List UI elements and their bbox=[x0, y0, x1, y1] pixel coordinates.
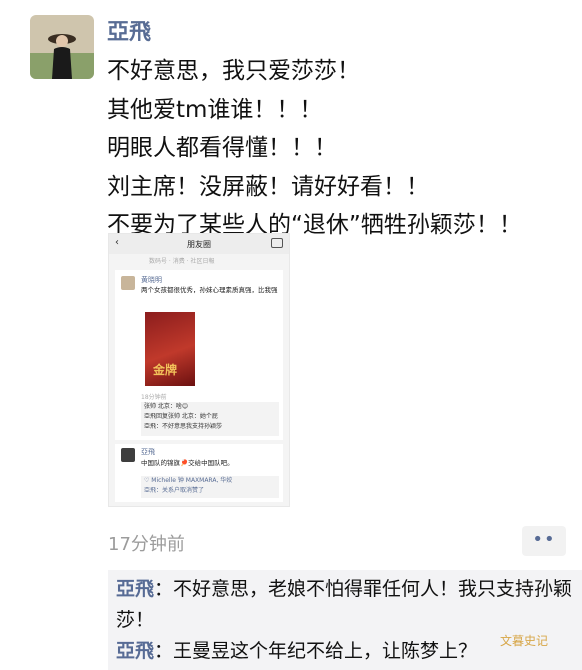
screenshot-reply-card: 亞飛 中国队的锦旗🏓交给中国队吧。 ♡ Michelle 钟 MAXMARA, … bbox=[115, 444, 283, 502]
screenshot-like-line: ♡ Michelle 钟 MAXMARA, 华姣 bbox=[144, 477, 233, 484]
screenshot-time: 18分钟前 bbox=[141, 394, 167, 401]
post-author-name[interactable]: 亞飛 bbox=[107, 14, 151, 46]
post-line: 刘主席！没屏蔽！请好好看！！ bbox=[107, 173, 429, 200]
screenshot-author: 黄晓明 bbox=[141, 276, 162, 284]
screenshot-reply-author: 亞飛 bbox=[141, 448, 155, 456]
comment-author[interactable]: 亞飛 bbox=[116, 578, 154, 600]
comment-item[interactable]: 亞飛：不好意思，老娘不怕得罪任何人！我只支持孙颖莎！ bbox=[116, 574, 576, 636]
post-text: 不好意思，我只爱莎莎！ 其他爱tm谁谁！！！ 明眼人都看得懂！！！ 刘主席！没屏… bbox=[107, 52, 577, 245]
screenshot-like-line: 亞飛：关系户取消赞了 bbox=[144, 487, 205, 494]
avatar bbox=[121, 276, 135, 290]
screenshot-comment: 亞飛：不好意思我支持孙颖莎 bbox=[144, 423, 223, 430]
comment-text: ：不好意思，老娘不怕得罪任何人！我只支持孙颖莎！ bbox=[116, 578, 573, 631]
post-timestamp: 17分钟前 bbox=[108, 534, 185, 555]
avatar bbox=[121, 448, 135, 462]
screenshot-moment-card: 黄晓明 两个女孩都很优秀，孙妹心理素质真强，比我强 金牌 18分钟前 张帅 北京… bbox=[115, 270, 283, 440]
screenshot-reply-text: 中国队的锦旗🏓交给中国队吧。 bbox=[141, 459, 234, 467]
comment-text: ：王曼昱这个年纪不给上，让陈梦上？ bbox=[154, 640, 478, 662]
screenshot-comment: 亞飛回复张帅 北京：她个屁 bbox=[144, 413, 218, 420]
camera-icon bbox=[271, 238, 283, 248]
avatar[interactable] bbox=[30, 15, 94, 79]
screenshot-comments: 张帅 北京：啥😊 亞飛回复张帅 北京：她个屁 亞飛：不好意思我支持孙颖莎 bbox=[141, 402, 279, 436]
post-line: 其他爱tm谁谁！！！ bbox=[107, 96, 323, 123]
comment-author[interactable]: 亞飛 bbox=[116, 640, 154, 662]
screenshot-subbar: 数码号 · 消费 · 社区日報 bbox=[149, 258, 215, 265]
screenshot-likes: ♡ Michelle 钟 MAXMARA, 华姣 亞飛：关系户取消赞了 bbox=[141, 476, 279, 498]
screenshot-text: 两个女孩都很优秀，孙妹心理素质真强，比我强 bbox=[141, 286, 278, 294]
watermark: 文暮史记 bbox=[500, 634, 549, 648]
screenshot-photo: 金牌 bbox=[145, 312, 195, 386]
screenshot-topbar: ‹ 朋友圈 bbox=[109, 234, 289, 254]
screenshot-comment: 张帅 北京：啥😊 bbox=[144, 403, 189, 410]
post-line: 明眼人都看得懂！！！ bbox=[107, 135, 337, 161]
photo-caption: 金牌 bbox=[153, 363, 178, 377]
embedded-screenshot[interactable]: ‹ 朋友圈 数码号 · 消费 · 社区日報 黄晓明 两个女孩都很优秀，孙妹心理素… bbox=[108, 233, 290, 507]
more-options-button[interactable]: •• bbox=[522, 526, 566, 556]
comments-section: 亞飛：不好意思，老娘不怕得罪任何人！我只支持孙颖莎！ 亞飛：王曼昱这个年纪不给上… bbox=[108, 570, 582, 670]
post-line: 不好意思，我只爱莎莎！ bbox=[107, 58, 360, 84]
more-dots-icon: •• bbox=[532, 529, 556, 550]
screenshot-title: 朋友圈 bbox=[187, 240, 211, 249]
